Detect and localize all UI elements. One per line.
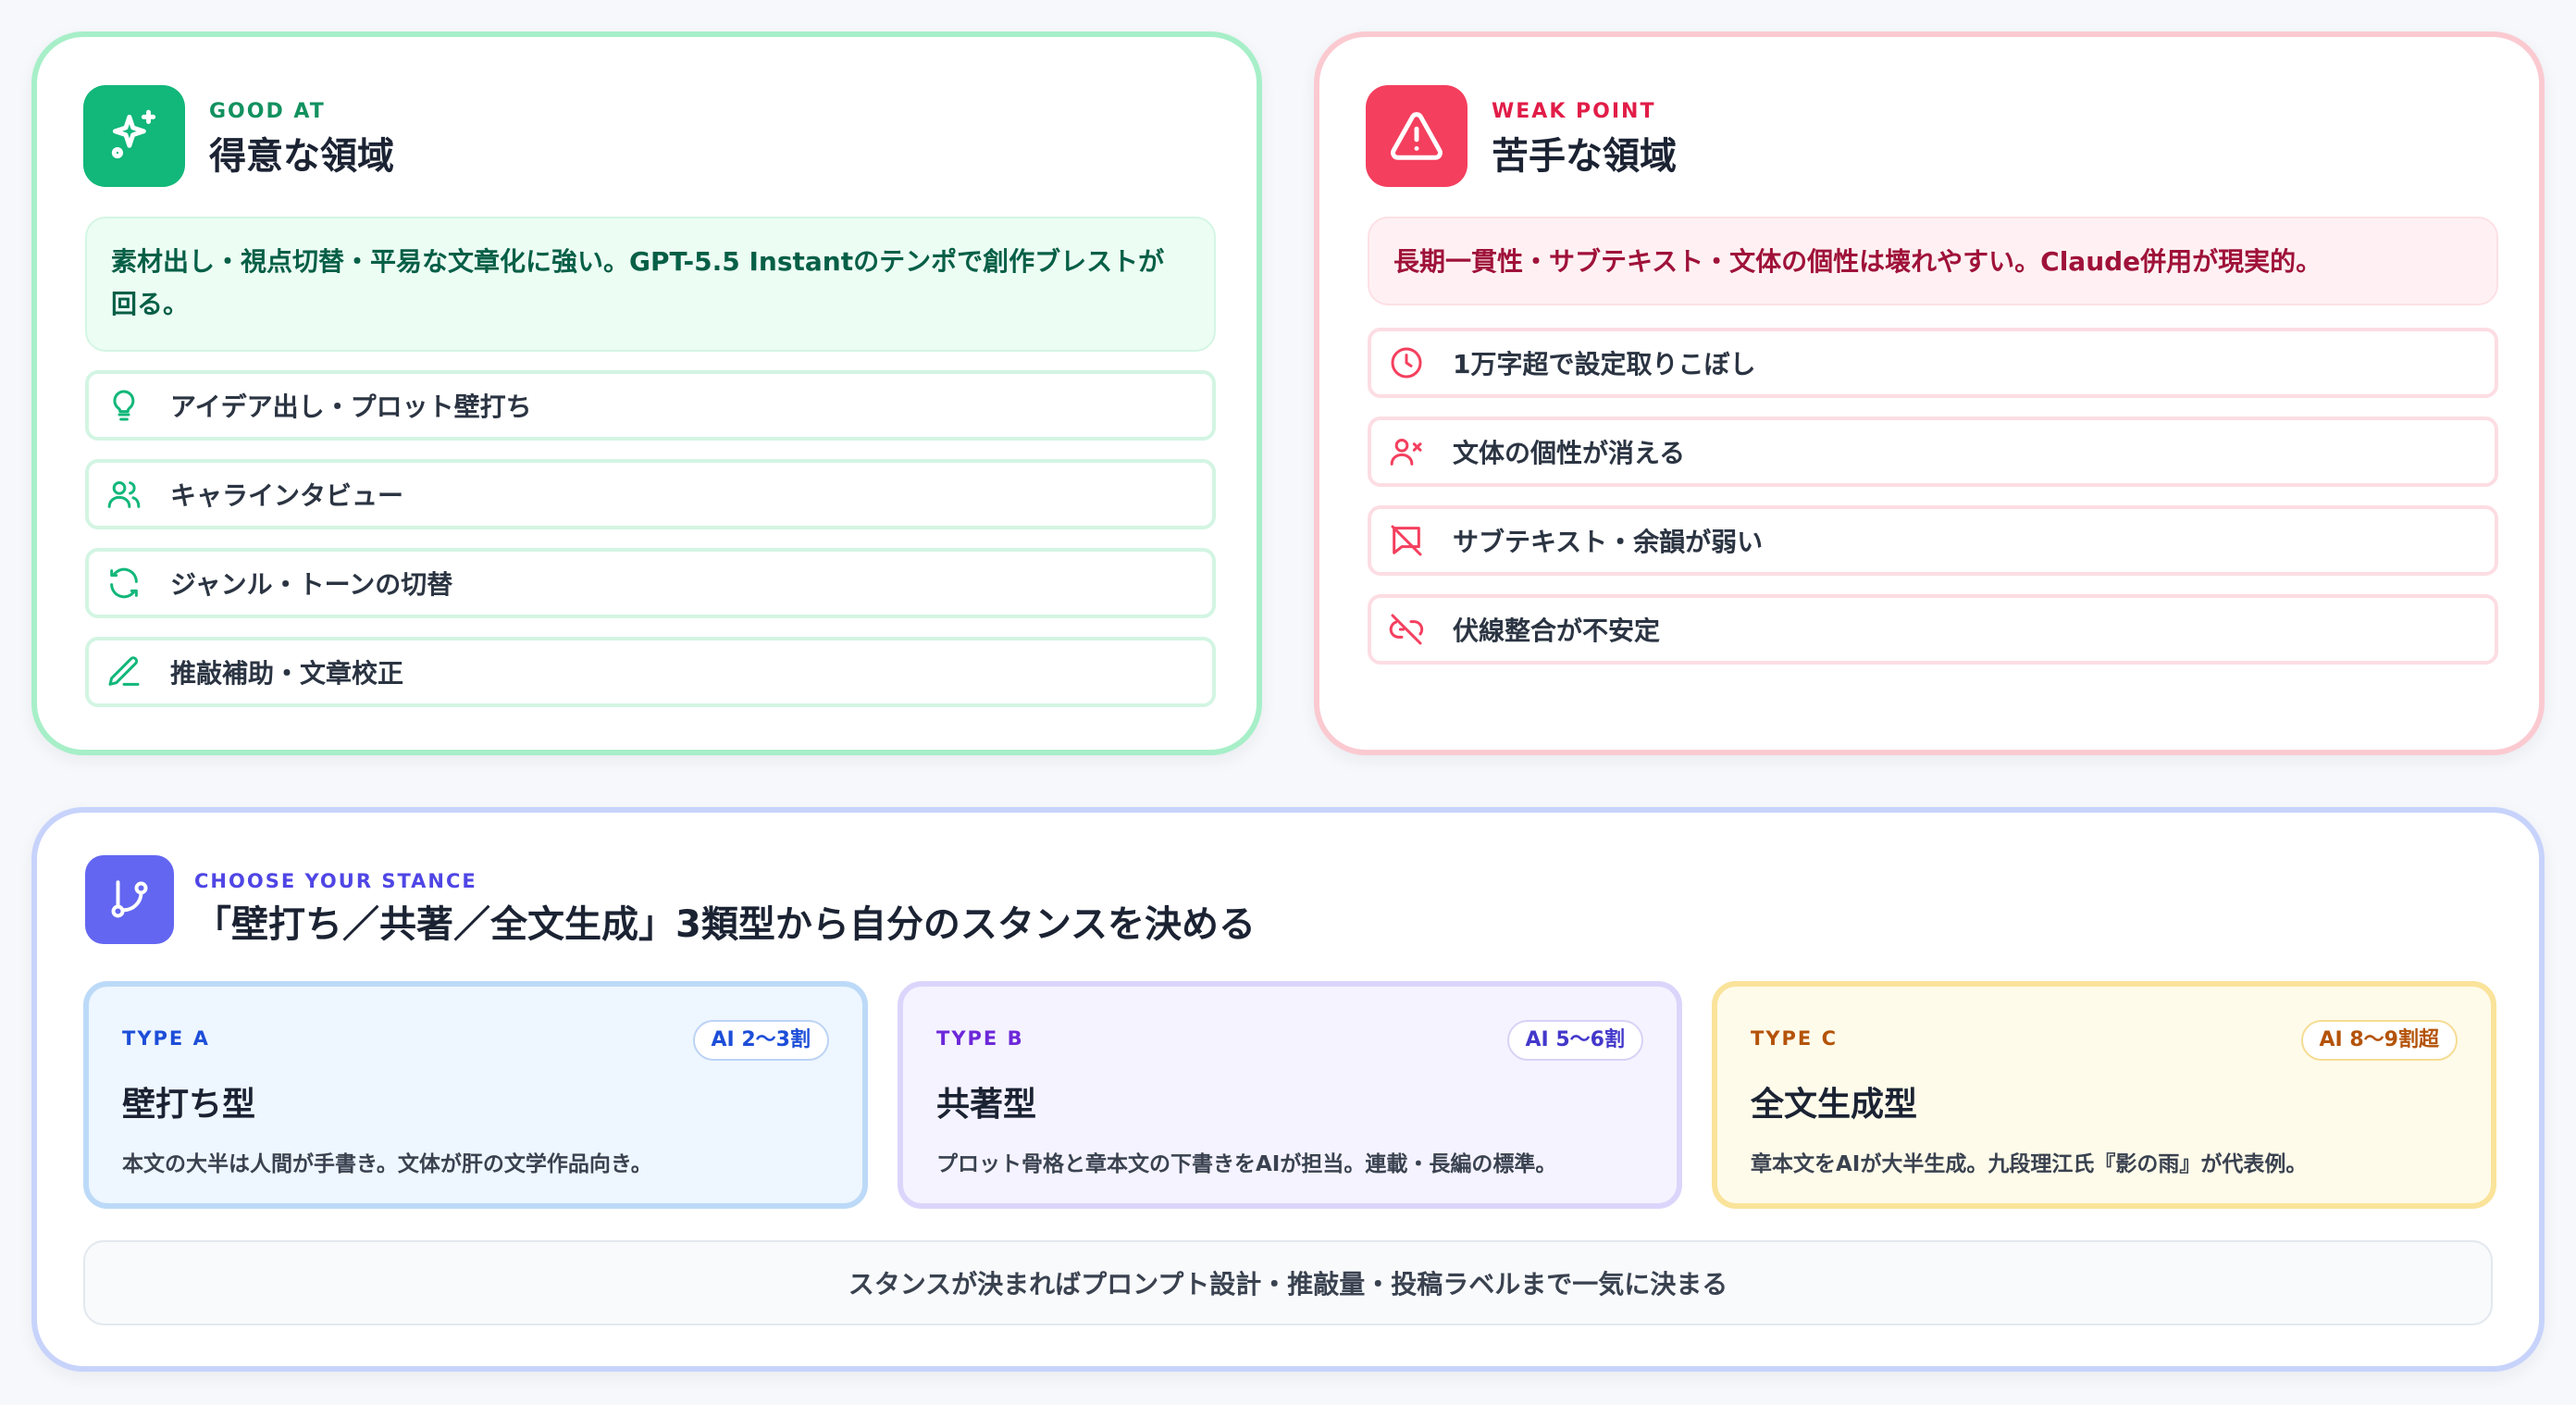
- weak-point-eyebrow: WEAK POINT: [1492, 100, 1656, 123]
- good-item-genre-switch: ジャンル・トーンの切替: [85, 548, 1216, 618]
- weak-item-label: 文体の個性が消える: [1453, 438, 1686, 468]
- weak-item-long-consistency: 1万字超で設定取りこぼし: [1368, 328, 2498, 398]
- link-off-icon: [1389, 614, 1424, 645]
- refresh-icon: [110, 567, 138, 599]
- weak-item-style-loss: 文体の個性が消える: [1368, 417, 2498, 487]
- weak-item-label: サブテキスト・余韻が弱い: [1453, 527, 1764, 557]
- pen-icon: [108, 656, 140, 686]
- good-at-title: 得意な領域: [209, 135, 394, 178]
- message-off-icon: [1391, 525, 1422, 556]
- stance-title: 「壁打ち／共著／全文生成」3類型から自分のスタンスを決める: [194, 903, 1257, 946]
- type-c-tag: TYPE C: [1751, 1027, 1838, 1050]
- type-b-description: プロット骨格と章本文の下書きをAIが担当。連載・長編の標準。: [936, 1152, 1557, 1176]
- weak-item-label: 伏線整合が不安定: [1453, 615, 1661, 646]
- good-item-label: キャラインタビュー: [170, 480, 404, 511]
- git-branch-icon: [111, 880, 148, 918]
- stance-footer-note: スタンスが決まればプロンプト設計・推敲量・投稿ラベルまで一気に決まる: [83, 1240, 2493, 1325]
- type-a-ratio-badge: AI 2〜3割: [692, 1020, 829, 1061]
- lightbulb-icon: [113, 390, 135, 421]
- type-a-title: 壁打ち型: [122, 1086, 256, 1124]
- type-b-card: TYPE B AI 5〜6割 共著型 プロット骨格と章本文の下書きをAIが担当。…: [898, 981, 1682, 1209]
- weak-point-title: 苦手な領域: [1492, 135, 1677, 178]
- good-item-proofread: 推敲補助・文章校正: [85, 637, 1216, 707]
- stance-icon-box: [85, 855, 174, 944]
- type-b-ratio-badge: AI 5〜6割: [1506, 1020, 1643, 1061]
- good-at-icon-box: [83, 85, 185, 187]
- type-a-description: 本文の大半は人間が手書き。文体が肝の文学作品向き。: [122, 1152, 652, 1176]
- clock-icon: [1391, 347, 1422, 379]
- type-c-ratio-badge: AI 8〜9割超: [2300, 1020, 2458, 1061]
- warning-icon: [1391, 112, 1443, 160]
- type-c-title: 全文生成型: [1751, 1086, 1918, 1124]
- user-x-icon: [1390, 439, 1422, 466]
- type-b-tag: TYPE B: [936, 1027, 1024, 1050]
- good-item-label: ジャンル・トーンの切替: [170, 569, 453, 600]
- stance-card: CHOOSE YOUR STANCE 「壁打ち／共著／全文生成」3類型から自分の…: [31, 807, 2545, 1372]
- stance-eyebrow: CHOOSE YOUR STANCE: [194, 870, 477, 892]
- weak-point-icon-box: [1366, 85, 1468, 187]
- good-item-character-interview: キャラインタビュー: [85, 459, 1216, 529]
- type-a-tag: TYPE A: [122, 1027, 210, 1050]
- sparkles-icon: [111, 109, 156, 159]
- good-item-label: 推敲補助・文章校正: [170, 658, 404, 689]
- good-at-summary: 素材出し・視点切替・平易な文章化に強い。GPT-5.5 Instantのテンポで…: [85, 217, 1216, 352]
- weak-point-card: WEAK POINT 苦手な領域 長期一貫性・サブテキスト・文体の個性は壊れやす…: [1314, 31, 2545, 755]
- type-b-title: 共著型: [936, 1086, 1037, 1124]
- type-a-card: TYPE A AI 2〜3割 壁打ち型 本文の大半は人間が手書き。文体が肝の文学…: [83, 981, 868, 1209]
- good-item-ideas: アイデア出し・プロット壁打ち: [85, 370, 1216, 441]
- weak-item-label: 1万字超で設定取りこぼし: [1453, 349, 1756, 379]
- weak-item-subtext: サブテキスト・余韻が弱い: [1368, 505, 2498, 576]
- good-at-card: GOOD AT 得意な領域 素材出し・視点切替・平易な文章化に強い。GPT-5.…: [31, 31, 1262, 755]
- good-item-label: アイデア出し・プロット壁打ち: [170, 392, 532, 422]
- type-c-description: 章本文をAIが大半生成。九段理江氏『影の雨』が代表例。: [1751, 1152, 2308, 1176]
- users-icon: [107, 481, 141, 508]
- weak-item-foreshadowing: 伏線整合が不安定: [1368, 594, 2498, 665]
- weak-point-summary: 長期一貫性・サブテキスト・文体の個性は壊れやすい。Claude併用が現実的。: [1368, 217, 2498, 305]
- type-c-card: TYPE C AI 8〜9割超 全文生成型 章本文をAIが大半生成。九段理江氏『…: [1712, 981, 2496, 1209]
- good-at-eyebrow: GOOD AT: [209, 100, 326, 123]
